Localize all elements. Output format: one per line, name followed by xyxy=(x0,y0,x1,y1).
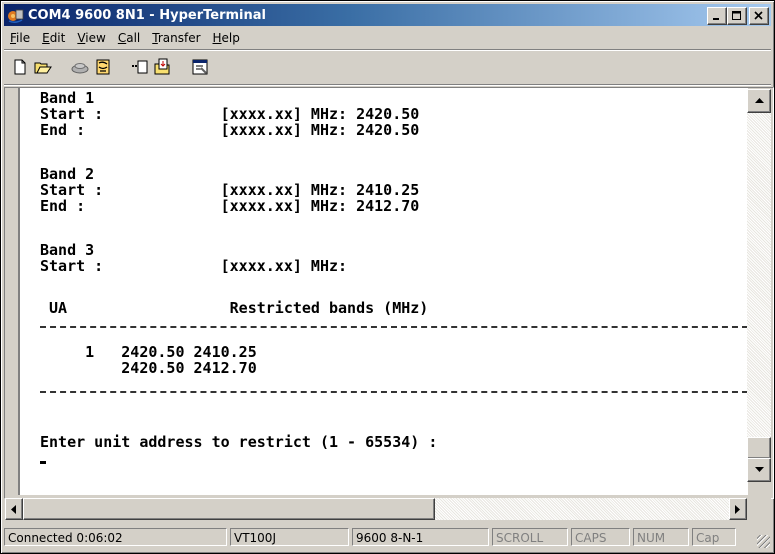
terminal-separator xyxy=(40,391,748,393)
minimize-icon xyxy=(713,18,719,20)
menu-call[interactable]: Call xyxy=(112,31,146,45)
status-connected: Connected 0:06:02 xyxy=(4,528,227,546)
maximize-icon xyxy=(732,11,741,20)
terminal-line: End : [xxxx.xx] MHz: 2412.70 xyxy=(40,197,420,215)
menu-file[interactable]: File xyxy=(4,31,36,45)
hyperterminal-window: COM4 9600 8N1 - HyperTerminal File Edit Vi… xyxy=(0,0,775,554)
scrollbar-corner xyxy=(747,498,771,520)
status-num: NUM xyxy=(633,528,689,546)
open-icon xyxy=(34,62,52,74)
resize-grip[interactable] xyxy=(757,535,770,548)
toolbar xyxy=(4,52,771,82)
terminal-screen[interactable]: Band 1 Start : [xxxx.xx] MHz: 2420.50 End … xyxy=(18,88,748,495)
close-icon xyxy=(754,11,763,20)
maximize-button[interactable] xyxy=(727,7,747,25)
horizontal-scroll-thumb[interactable] xyxy=(23,498,435,520)
arrow-down-icon xyxy=(754,467,764,472)
menu-transfer[interactable]: Transfer xyxy=(146,31,206,45)
disconnect-button[interactable] xyxy=(91,56,114,78)
status-bar: Connected 0:06:02 VT100J 9600 8-N-1 SCRO… xyxy=(4,525,771,549)
receive-icon xyxy=(154,58,169,75)
status-settings: 9600 8-N-1 xyxy=(352,528,489,546)
open-button[interactable] xyxy=(31,56,54,78)
terminal-line: End : [xxxx.xx] MHz: 2420.50 xyxy=(40,121,420,139)
arrow-up-icon xyxy=(754,98,764,103)
status-emulation: VT100J xyxy=(230,528,349,546)
vertical-scrollbar[interactable] xyxy=(747,89,771,482)
terminal-line: Start : [xxxx.xx] MHz: xyxy=(40,257,348,275)
menu-help[interactable]: Help xyxy=(207,31,246,45)
arrow-right-icon xyxy=(735,504,740,514)
scroll-right-button[interactable] xyxy=(729,498,747,520)
menu-view[interactable]: View xyxy=(71,31,111,45)
title-bar[interactable]: COM4 9600 8N1 - HyperTerminal xyxy=(4,4,771,26)
terminal-line: UA Restricted bands (MHz) xyxy=(40,299,429,317)
caption-buttons xyxy=(707,7,769,25)
disconnect-icon xyxy=(96,59,109,75)
terminal-cursor xyxy=(40,461,46,464)
call-icon xyxy=(71,63,88,74)
menu-separator xyxy=(4,49,771,51)
call-button[interactable] xyxy=(68,56,91,78)
properties-icon xyxy=(192,59,207,75)
menu-edit[interactable]: Edit xyxy=(36,31,71,45)
terminal-line: Enter unit address to restrict (1 - 6553… xyxy=(40,433,438,451)
status-scroll: SCROLL xyxy=(492,528,568,546)
close-button[interactable] xyxy=(749,7,769,25)
vertical-scroll-thumb[interactable] xyxy=(747,437,771,459)
scroll-up-button[interactable] xyxy=(747,89,771,113)
toolbar-separator xyxy=(4,84,771,86)
hyperterminal-icon[interactable] xyxy=(7,7,24,24)
receive-button[interactable] xyxy=(151,56,174,78)
horizontal-scrollbar[interactable] xyxy=(5,498,747,520)
scroll-left-button[interactable] xyxy=(5,498,23,520)
window-title: COM4 9600 8N1 - HyperTerminal xyxy=(28,7,266,23)
terminal-separator xyxy=(40,326,748,328)
properties-button[interactable] xyxy=(188,56,211,78)
arrow-left-icon xyxy=(11,504,16,514)
scroll-down-button[interactable] xyxy=(747,458,771,482)
new-connection-button[interactable] xyxy=(8,56,31,78)
send-button[interactable] xyxy=(128,56,151,78)
terminal-line: 2420.50 2412.70 xyxy=(40,359,257,377)
new-icon xyxy=(14,59,25,75)
status-caps: CAPS xyxy=(571,528,630,546)
menu-bar: File Edit View Call Transfer Help xyxy=(4,28,771,48)
send-icon xyxy=(131,60,147,74)
status-capture: Cap xyxy=(692,528,736,546)
minimize-button[interactable] xyxy=(707,7,727,25)
